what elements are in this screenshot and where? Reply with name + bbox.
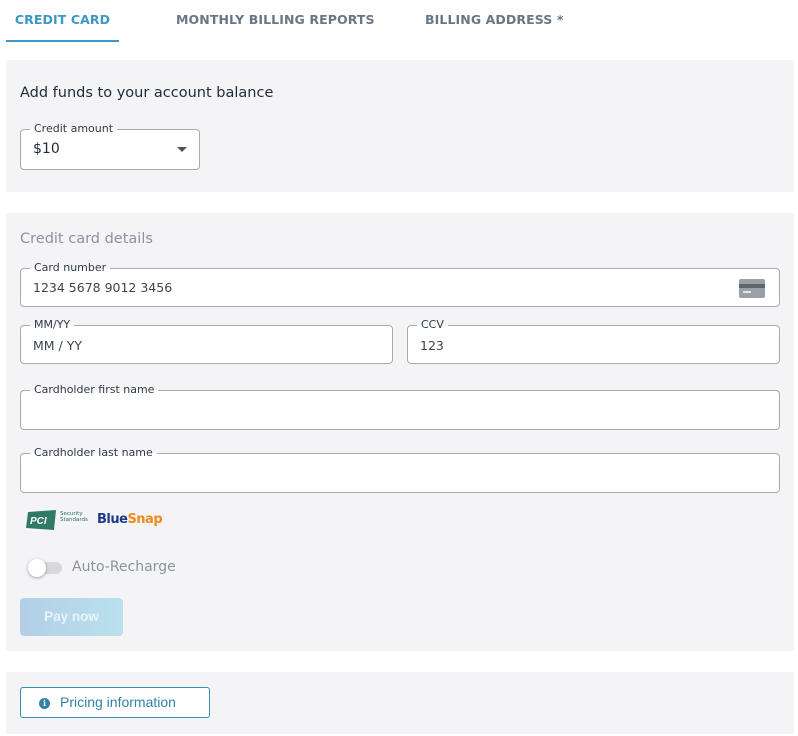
card-number-label: Card number bbox=[30, 261, 111, 275]
credit-amount-select[interactable]: Credit amount $10 bbox=[20, 122, 200, 170]
billing-tabs: CREDIT CARD MONTHLY BILLING REPORTS BILL… bbox=[0, 0, 798, 42]
ccv-label: CCV bbox=[417, 318, 448, 332]
payment-security-badges: PCI Security Standards BlueSnap bbox=[26, 510, 226, 532]
last-name-field[interactable]: Cardholder last name bbox=[20, 446, 780, 493]
tab-monthly-billing-reports[interactable]: MONTHLY BILLING REPORTS bbox=[176, 0, 375, 42]
chevron-down-icon bbox=[177, 147, 187, 152]
add-funds-panel: Add funds to your account balance Credit… bbox=[6, 60, 794, 192]
tab-credit-card[interactable]: CREDIT CARD bbox=[6, 0, 119, 42]
pricing-information-button[interactable]: i Pricing information bbox=[20, 687, 210, 718]
expiry-field[interactable]: MM/YY MM / YY bbox=[20, 318, 393, 364]
auto-recharge-toggle[interactable] bbox=[28, 558, 68, 578]
first-name-label: Cardholder first name bbox=[30, 383, 159, 397]
pay-now-button[interactable]: Pay now bbox=[20, 598, 123, 636]
pricing-information-label: Pricing information bbox=[60, 694, 176, 710]
expiry-placeholder: MM / YY bbox=[33, 338, 82, 353]
card-details-panel: Credit card details Card number 1234 567… bbox=[6, 213, 794, 651]
card-number-field[interactable]: Card number 1234 5678 9012 3456 bbox=[20, 261, 780, 307]
info-icon: i bbox=[39, 698, 50, 709]
add-funds-title: Add funds to your account balance bbox=[20, 85, 274, 101]
first-name-field[interactable]: Cardholder first name bbox=[20, 383, 780, 430]
card-number-placeholder: 1234 5678 9012 3456 bbox=[33, 280, 173, 295]
auto-recharge-label: Auto-Recharge bbox=[72, 559, 176, 575]
tab-billing-address[interactable]: BILLING ADDRESS * bbox=[425, 0, 563, 42]
expiry-label: MM/YY bbox=[30, 318, 75, 332]
toggle-thumb bbox=[28, 559, 46, 577]
card-details-title: Credit card details bbox=[20, 231, 153, 247]
ccv-field[interactable]: CCV 123 bbox=[407, 318, 780, 364]
credit-amount-value: $10 bbox=[33, 141, 60, 157]
last-name-label: Cardholder last name bbox=[30, 446, 157, 460]
ccv-placeholder: 123 bbox=[420, 338, 444, 353]
credit-amount-label: Credit amount bbox=[30, 122, 118, 136]
pci-logo-icon: PCI bbox=[26, 510, 56, 530]
bluesnap-logo: BlueSnap bbox=[97, 512, 163, 527]
pci-security-standards-text: Security Standards bbox=[60, 511, 88, 523]
svg-text:PCI: PCI bbox=[30, 516, 47, 527]
credit-card-icon bbox=[739, 279, 765, 298]
pricing-panel: i Pricing information bbox=[6, 672, 794, 734]
